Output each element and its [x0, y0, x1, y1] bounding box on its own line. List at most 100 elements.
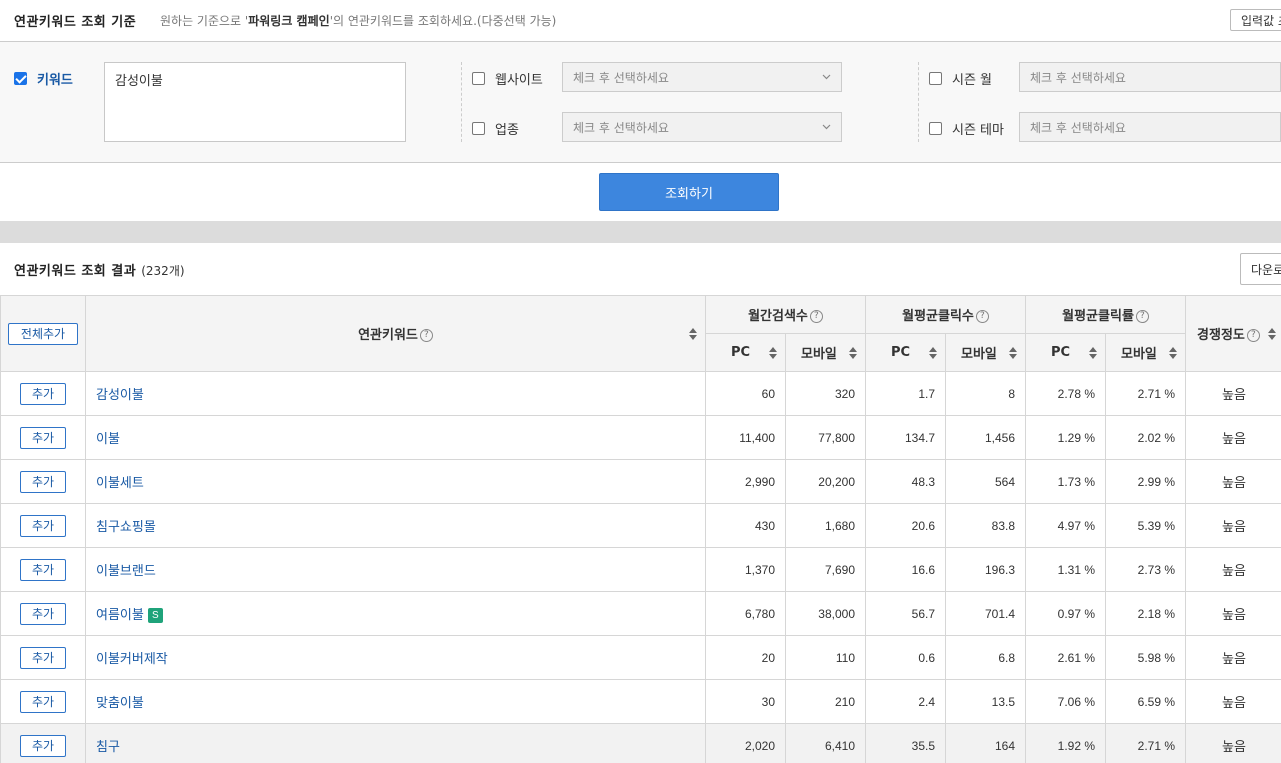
- season-theme-checkbox[interactable]: [929, 122, 942, 135]
- ctr-mobile: 2.02 %: [1105, 415, 1187, 460]
- keyword-link[interactable]: 이불브랜드: [96, 564, 156, 579]
- ctr-mobile: 2.71 %: [1105, 371, 1187, 416]
- industry-select[interactable]: 체크 후 선택하세요: [562, 112, 842, 142]
- ctr-pc: 7.06 %: [1025, 679, 1107, 724]
- keyword-link[interactable]: 감성이불: [96, 388, 144, 403]
- keyword-link[interactable]: 이불세트: [96, 476, 144, 491]
- website-checkbox[interactable]: [472, 72, 485, 85]
- clicks-pc: 35.5: [865, 723, 946, 763]
- add-keyword-button[interactable]: 추가: [20, 734, 66, 757]
- subheader-ctr-mobile[interactable]: 모바일: [1105, 333, 1187, 372]
- sort-icon[interactable]: [849, 346, 857, 359]
- filter-panel: 키워드 감성이불 웹사이트 체크 후 선택하세요 업종 체크 후 선택하세요 시…: [0, 42, 1281, 163]
- website-label: 웹사이트: [495, 73, 543, 88]
- criteria-title: 연관키워드 조회 기준: [14, 15, 137, 30]
- clicks-mobile: 6.8: [944, 635, 1027, 680]
- add-keyword-button[interactable]: 추가: [20, 646, 66, 669]
- season-month-checkbox[interactable]: [929, 72, 942, 85]
- keyword-link[interactable]: 여름이불: [96, 608, 144, 623]
- subheader-search-mobile[interactable]: 모바일: [785, 333, 866, 372]
- add-keyword-button[interactable]: 추가: [20, 690, 66, 713]
- column-header-competition[interactable]: 경쟁정도?: [1185, 295, 1281, 372]
- clicks-pc: 0.6: [865, 635, 946, 680]
- search-pc: 11,400: [705, 415, 786, 460]
- sort-icon[interactable]: [1169, 346, 1178, 359]
- subheader-clicks-mobile[interactable]: 모바일: [944, 333, 1027, 372]
- help-icon[interactable]: ?: [419, 329, 433, 342]
- search-mobile: 6,410: [785, 723, 866, 763]
- results-table: 전체추가 연관키워드? 월간검색수? 월평균클릭수? 월평균클릭률? 경쟁정도?…: [0, 295, 1281, 763]
- ctr-pc: 1.73 %: [1025, 459, 1107, 504]
- search-pc: 20: [705, 635, 786, 680]
- keyword-link[interactable]: 이불커버제작: [96, 652, 168, 667]
- keyword-textarea[interactable]: 감성이불: [104, 62, 406, 142]
- search-mobile: 110: [785, 635, 866, 680]
- criteria-description: 원하는 기준으로 '파워링크 캠페인'의 연관키워드를 조회하세요.(다중선택 …: [160, 14, 557, 28]
- clicks-pc: 48.3: [865, 459, 946, 504]
- ctr-mobile: 2.71 %: [1105, 723, 1187, 763]
- table-row: 추가 여름이불 S 6,780 38,000 56.7 701.4 0.97 % …: [0, 591, 1281, 636]
- competition: 높음: [1185, 679, 1281, 724]
- ctr-mobile: 5.39 %: [1105, 503, 1187, 548]
- search-pc: 1,370: [705, 547, 786, 592]
- column-header-keyword[interactable]: 연관키워드?: [85, 295, 706, 372]
- subheader-clicks-pc[interactable]: PC: [865, 333, 946, 372]
- subheader-ctr-pc[interactable]: PC: [1025, 333, 1107, 372]
- season-month-select-placeholder: 체크 후 선택하세요: [1030, 70, 1126, 85]
- competition: 높음: [1185, 547, 1281, 592]
- sort-icon[interactable]: [769, 346, 777, 359]
- sort-icon[interactable]: [1089, 346, 1098, 359]
- add-all-button[interactable]: 전체추가: [8, 322, 78, 345]
- ctr-pc: 1.31 %: [1025, 547, 1107, 592]
- help-icon[interactable]: ?: [1246, 329, 1260, 342]
- add-keyword-button[interactable]: 추가: [20, 514, 66, 537]
- sort-icon[interactable]: [689, 327, 697, 340]
- download-button[interactable]: 다운로드: [1240, 253, 1281, 285]
- add-all-header: 전체추가: [0, 295, 86, 372]
- ctr-pc: 1.29 %: [1025, 415, 1107, 460]
- season-month-select[interactable]: 체크 후 선택하세요: [1019, 62, 1281, 92]
- add-keyword-button[interactable]: 추가: [20, 426, 66, 449]
- subheader-search-pc[interactable]: PC: [705, 333, 786, 372]
- industry-checkbox[interactable]: [472, 122, 485, 135]
- help-icon[interactable]: ?: [975, 310, 989, 323]
- industry-label: 업종: [495, 123, 519, 138]
- column-header-monthly-search: 월간검색수?: [705, 295, 866, 334]
- search-button[interactable]: 조회하기: [599, 173, 779, 211]
- clicks-mobile: 196.3: [944, 547, 1027, 592]
- add-keyword-button[interactable]: 추가: [20, 602, 66, 625]
- keyword-link[interactable]: 맞춤이불: [96, 696, 144, 711]
- add-keyword-button[interactable]: 추가: [20, 470, 66, 493]
- website-select[interactable]: 체크 후 선택하세요: [562, 62, 842, 92]
- search-area: 조회하기: [0, 163, 1281, 221]
- keyword-link[interactable]: 침구쇼핑몰: [96, 520, 156, 535]
- search-mobile: 320: [785, 371, 866, 416]
- clicks-mobile: 13.5: [944, 679, 1027, 724]
- add-keyword-button[interactable]: 추가: [20, 382, 66, 405]
- ctr-mobile: 2.99 %: [1105, 459, 1187, 504]
- table-row: 추가 이불 11,400 77,800 134.7 1,456 1.29 % 2…: [0, 415, 1281, 460]
- ctr-pc: 4.97 %: [1025, 503, 1107, 548]
- clicks-pc: 134.7: [865, 415, 946, 460]
- clicks-pc: 20.6: [865, 503, 946, 548]
- ctr-pc: 2.78 %: [1025, 371, 1107, 416]
- help-icon[interactable]: ?: [809, 310, 823, 323]
- season-theme-select[interactable]: 체크 후 선택하세요: [1019, 112, 1281, 142]
- keyword-link[interactable]: 이불: [96, 432, 120, 447]
- clicks-mobile: 164: [944, 723, 1027, 763]
- keyword-checkbox[interactable]: [14, 72, 27, 85]
- chevron-down-icon: [822, 124, 831, 130]
- keyword-link[interactable]: 침구: [96, 740, 120, 755]
- results-title: 연관키워드 조회 결과 (232개): [14, 264, 185, 279]
- sort-icon[interactable]: [1009, 346, 1018, 359]
- search-mobile: 38,000: [785, 591, 866, 636]
- ctr-pc: 0.97 %: [1025, 591, 1107, 636]
- sort-icon[interactable]: [1268, 327, 1277, 340]
- reset-button[interactable]: 입력값 초기화: [1230, 9, 1281, 31]
- help-icon[interactable]: ?: [1135, 310, 1149, 323]
- clicks-mobile: 83.8: [944, 503, 1027, 548]
- search-mobile: 77,800: [785, 415, 866, 460]
- add-keyword-button[interactable]: 추가: [20, 558, 66, 581]
- competition: 높음: [1185, 371, 1281, 416]
- sort-icon[interactable]: [929, 346, 937, 359]
